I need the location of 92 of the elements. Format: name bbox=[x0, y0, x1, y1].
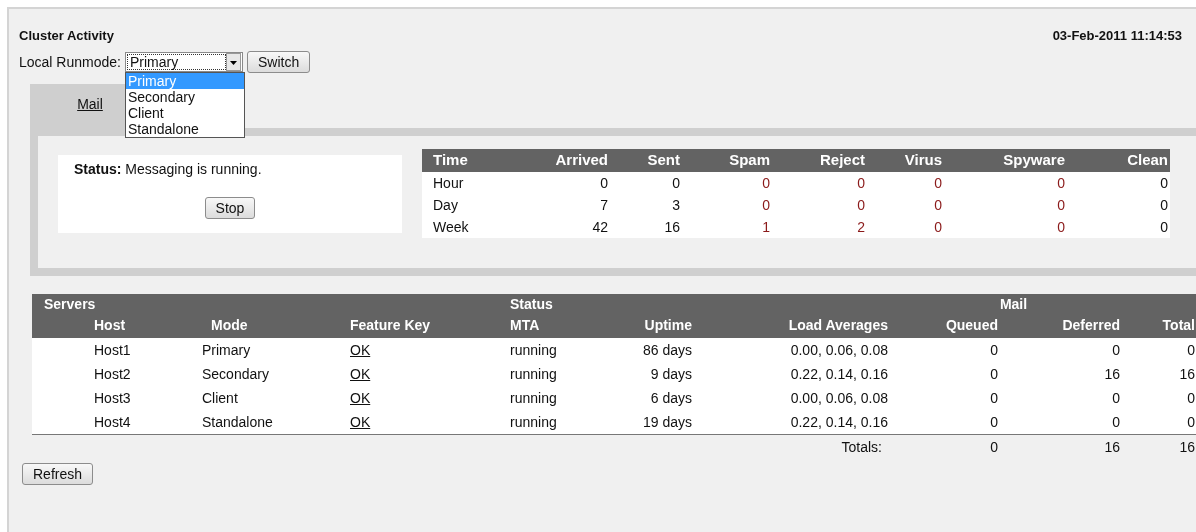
column-header: Total bbox=[1122, 315, 1196, 338]
table-cell: 0 bbox=[890, 386, 1000, 410]
table-cell-text: 0 bbox=[1056, 196, 1066, 215]
table-cell-text: 0 bbox=[1159, 218, 1169, 237]
table-cell-text: 0 bbox=[1056, 218, 1066, 237]
table-cell-text: 0 bbox=[933, 174, 943, 193]
table-cell-text: 0 bbox=[761, 174, 771, 193]
column-header: Reject bbox=[772, 149, 867, 172]
table-cell: running bbox=[490, 362, 610, 386]
table-cell: 0 bbox=[1000, 410, 1122, 435]
column-header: Spam bbox=[682, 149, 772, 172]
column-header: MTA bbox=[490, 315, 610, 338]
table-cell: 16 bbox=[1122, 362, 1196, 386]
column-header: Sent bbox=[610, 149, 682, 172]
table-cell-text: 16 bbox=[1178, 438, 1196, 457]
table-cell-text: 0 bbox=[989, 438, 999, 457]
table-cell-text: 0 bbox=[1159, 196, 1169, 215]
feature-key-link[interactable]: OK bbox=[350, 414, 371, 430]
table-cell-text: 2 bbox=[856, 218, 866, 237]
table-cell: 9 days bbox=[610, 362, 700, 386]
table-cell: Host4 bbox=[32, 410, 160, 435]
table-cell-text: 3 bbox=[671, 196, 681, 215]
table-cell-text: 0 bbox=[856, 196, 866, 215]
column-header: Virus bbox=[867, 149, 944, 172]
table-cell: Standalone bbox=[160, 410, 330, 435]
table-cell: 6 days bbox=[610, 386, 700, 410]
table-cell: Secondary bbox=[160, 362, 330, 386]
column-header: Load Averages bbox=[700, 315, 890, 338]
table-cell: 0.00, 0.06, 0.08 bbox=[700, 338, 890, 362]
table-cell: running bbox=[490, 410, 610, 435]
table-cell-text: Week bbox=[432, 218, 470, 237]
table-cell: 0 bbox=[1122, 410, 1196, 435]
column-header: Queued bbox=[890, 315, 1000, 338]
column-header: Uptime bbox=[610, 315, 700, 338]
table-cell-text: Hour bbox=[432, 174, 465, 193]
table-cell-text: Day bbox=[432, 196, 459, 215]
table-cell: 0 bbox=[890, 338, 1000, 362]
table-cell-text: 0 bbox=[1159, 174, 1169, 193]
table-cell-text: 0 bbox=[1056, 174, 1066, 193]
table-cell-text: 16 bbox=[663, 218, 681, 237]
table-cell-text: 0 bbox=[671, 174, 681, 193]
table-cell: 86 days bbox=[610, 338, 700, 362]
table-cell-text: 0 bbox=[599, 174, 609, 193]
totals-label: Totals: bbox=[840, 438, 883, 457]
table-cell: running bbox=[490, 338, 610, 362]
table-cell: Host3 bbox=[32, 386, 160, 410]
column-header: Arrived bbox=[530, 149, 610, 172]
timestamp: 03-Feb-2011 11:14:53 bbox=[1052, 28, 1182, 45]
table-cell-text: 0 bbox=[933, 196, 943, 215]
table-cell: 0.00, 0.06, 0.08 bbox=[700, 386, 890, 410]
runmode-label: Local Runmode: bbox=[19, 54, 121, 70]
group-header: Status bbox=[510, 296, 553, 312]
table-cell: 19 days bbox=[610, 410, 700, 435]
feature-key-link[interactable]: OK bbox=[350, 366, 371, 382]
table-cell: 0.22, 0.14, 0.16 bbox=[700, 410, 890, 435]
table-cell-text: 42 bbox=[591, 218, 609, 237]
column-header: Spyware bbox=[944, 149, 1067, 172]
table-cell-text: 16 bbox=[1103, 438, 1121, 457]
switch-button[interactable]: Switch bbox=[246, 51, 311, 73]
page-title: Cluster Activity bbox=[19, 28, 114, 45]
table-cell: 0 bbox=[1000, 386, 1122, 410]
group-header: Mail bbox=[999, 296, 1028, 312]
table-cell: 0 bbox=[890, 362, 1000, 386]
runmode-select[interactable]: Primary bbox=[124, 52, 243, 72]
group-header: Servers bbox=[44, 296, 96, 312]
table-cell: Host2 bbox=[32, 362, 160, 386]
column-header: Clean bbox=[1067, 149, 1170, 172]
stop-button[interactable]: Stop bbox=[204, 197, 256, 219]
feature-key-link[interactable]: OK bbox=[350, 342, 371, 358]
table-cell: 0 bbox=[1122, 386, 1196, 410]
table-cell: Primary bbox=[160, 338, 330, 362]
table-cell: Host1 bbox=[32, 338, 160, 362]
table-cell: running bbox=[490, 386, 610, 410]
table-cell: 0 bbox=[890, 410, 1000, 435]
table-cell-text: 0 bbox=[933, 218, 943, 237]
table-cell-text: 0 bbox=[856, 174, 866, 193]
table-cell: 0.22, 0.14, 0.16 bbox=[700, 362, 890, 386]
column-header: Deferred bbox=[1000, 315, 1122, 338]
table-cell-text: 0 bbox=[761, 196, 771, 215]
feature-key-link[interactable]: OK bbox=[350, 390, 371, 406]
status-text: Status: Messaging is running. bbox=[74, 161, 262, 177]
table-cell: 0 bbox=[1000, 338, 1122, 362]
refresh-button[interactable]: Refresh bbox=[22, 463, 94, 485]
column-header: Mode bbox=[160, 315, 330, 338]
table-cell: 0 bbox=[1122, 338, 1196, 362]
column-header: Feature Key bbox=[330, 315, 490, 338]
column-header: Time bbox=[422, 149, 530, 172]
table-cell-text: 1 bbox=[761, 218, 771, 237]
column-header: Host bbox=[32, 315, 160, 338]
table-cell: 16 bbox=[1000, 362, 1122, 386]
table-cell-text: 7 bbox=[599, 196, 609, 215]
table-cell: Client bbox=[160, 386, 330, 410]
